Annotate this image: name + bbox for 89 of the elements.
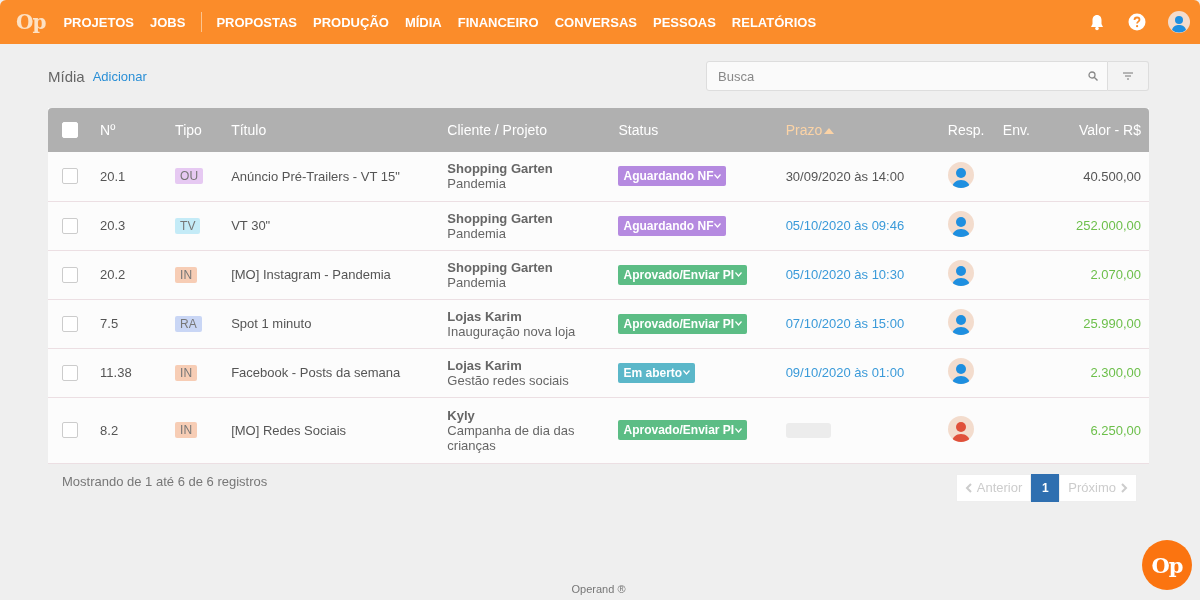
page-button[interactable]: 1 [1031,473,1060,502]
column-header[interactable]: Prazo [785,122,823,138]
nav-link[interactable]: PESSOAS [653,14,716,30]
filter-icon [1123,72,1133,80]
status-dropdown[interactable]: Aguardando NF [618,215,727,236]
row-checkbox[interactable] [62,168,78,185]
status-dropdown[interactable]: Aprovado/Enviar PI [618,313,748,334]
type-tag: RA [175,315,202,332]
status-dropdown[interactable]: Aprovado/Enviar PI [618,420,748,440]
chevron-right-icon [1121,482,1128,493]
client-name: Lojas Karim [447,308,523,324]
row-checkbox[interactable] [62,217,78,234]
column-header[interactable]: Valor - R$ [1079,122,1141,138]
deadline-date: 07/10/2020 às 15:00 [785,316,905,331]
caret-icon [735,321,743,326]
project-name: Campanha de dia das crianças [447,422,576,453]
column-header[interactable]: Env. [1002,122,1030,138]
footer-text: Operand ® [570,583,627,597]
bell-icon[interactable] [1088,13,1106,31]
nav-link[interactable]: PROPOSTAS [216,14,298,30]
page-title: Mídia [48,67,85,85]
caret-icon [683,370,691,375]
row-checkbox[interactable] [62,364,78,381]
status-dropdown[interactable]: Aguardando NF [618,166,727,187]
table-cell: Facebook - Posts da semana [231,348,448,397]
type-tag: IN [175,364,198,381]
add-link[interactable]: Adicionar [92,68,147,84]
status-dropdown[interactable]: Em aberto [618,362,696,383]
search-field[interactable]: Busca [706,61,1108,91]
client-name: Kyly [447,407,476,423]
row-checkbox[interactable] [62,266,78,283]
caret-icon [714,173,722,179]
filter-button[interactable] [1108,61,1149,91]
nav-link[interactable]: MÍDIA [404,14,442,30]
records-summary: Mostrando de 1 até 6 de 6 registros [62,473,268,489]
select-all-checkbox[interactable] [62,122,78,138]
help-icon[interactable] [1128,13,1146,31]
project-name: Inauguração nova loja [447,323,577,339]
table-cell: [MO] Redes Sociais [231,397,448,463]
client-name: Shopping Garten [447,161,554,177]
deadline-date: 30/09/2020 às 14:00 [785,168,905,184]
client-name: Lojas Karim [447,357,523,373]
deadline-date: 09/10/2020 às 01:00 [785,365,905,380]
type-tag: TV [175,217,201,234]
project-name: Pandemia [447,176,507,192]
value-amount: 6.250,00 [1090,422,1141,438]
column-header[interactable]: Cliente / Projeto [447,122,547,138]
project-name: Pandemia [447,225,506,241]
row-checkbox[interactable] [62,315,78,332]
sort-up-icon[interactable] [824,128,835,135]
chevron-left-icon [964,482,972,493]
table-cell: Anúncio Pré-Trailers - VT 15" [231,152,448,201]
client-name: Shopping Garten [447,210,554,226]
type-tag: OU [175,168,204,185]
table-cell: [MO] Instagram - Pandemia [231,250,448,299]
table-cell: VT 30" [231,201,448,250]
project-name: Pandemia [447,274,506,290]
logo[interactable]: Op [16,10,46,34]
status-dropdown[interactable]: Aprovado/Enviar PI [618,264,748,285]
column-header[interactable]: Tipo [175,122,202,138]
avatar-icon[interactable] [1168,11,1190,33]
client-name: Shopping Garten [447,259,554,275]
deadline-date: 05/10/2020 às 09:46 [785,218,905,233]
column-header[interactable]: Status [618,122,659,138]
type-tag: IN [175,266,198,283]
column-header[interactable]: Resp. [947,122,985,138]
caret-icon [714,223,722,228]
type-tag: IN [175,422,198,438]
value-amount: 2.070,00 [1090,267,1141,282]
value-amount: 252.000,00 [1075,218,1141,233]
nav-link[interactable]: FINANCEIRO [457,14,539,30]
table-cell: Spot 1 minuto [231,299,448,348]
column-header[interactable]: Nº [100,122,116,138]
caret-icon [735,272,743,277]
deadline-date: 05/10/2020 às 10:30 [785,267,905,282]
search-icon [1088,71,1098,81]
value-amount: 40.500,00 [1083,168,1141,184]
nav-link[interactable]: JOBS [149,14,186,30]
help-chat-button[interactable]: Op [1142,540,1192,590]
column-header[interactable]: Título [231,122,267,138]
value-amount: 25.990,00 [1083,316,1141,331]
nav-link[interactable]: PROJETOS [63,14,134,30]
project-name: Gestão redes sociais [447,372,570,388]
value-amount: 2.300,00 [1090,365,1141,380]
nav-link[interactable]: RELATÓRIOS [731,14,817,30]
caret-icon [735,427,743,433]
nav-link[interactable]: PRODUÇÃO [313,14,389,30]
nav-link[interactable]: CONVERSAS [554,14,637,30]
row-checkbox[interactable] [62,422,78,438]
